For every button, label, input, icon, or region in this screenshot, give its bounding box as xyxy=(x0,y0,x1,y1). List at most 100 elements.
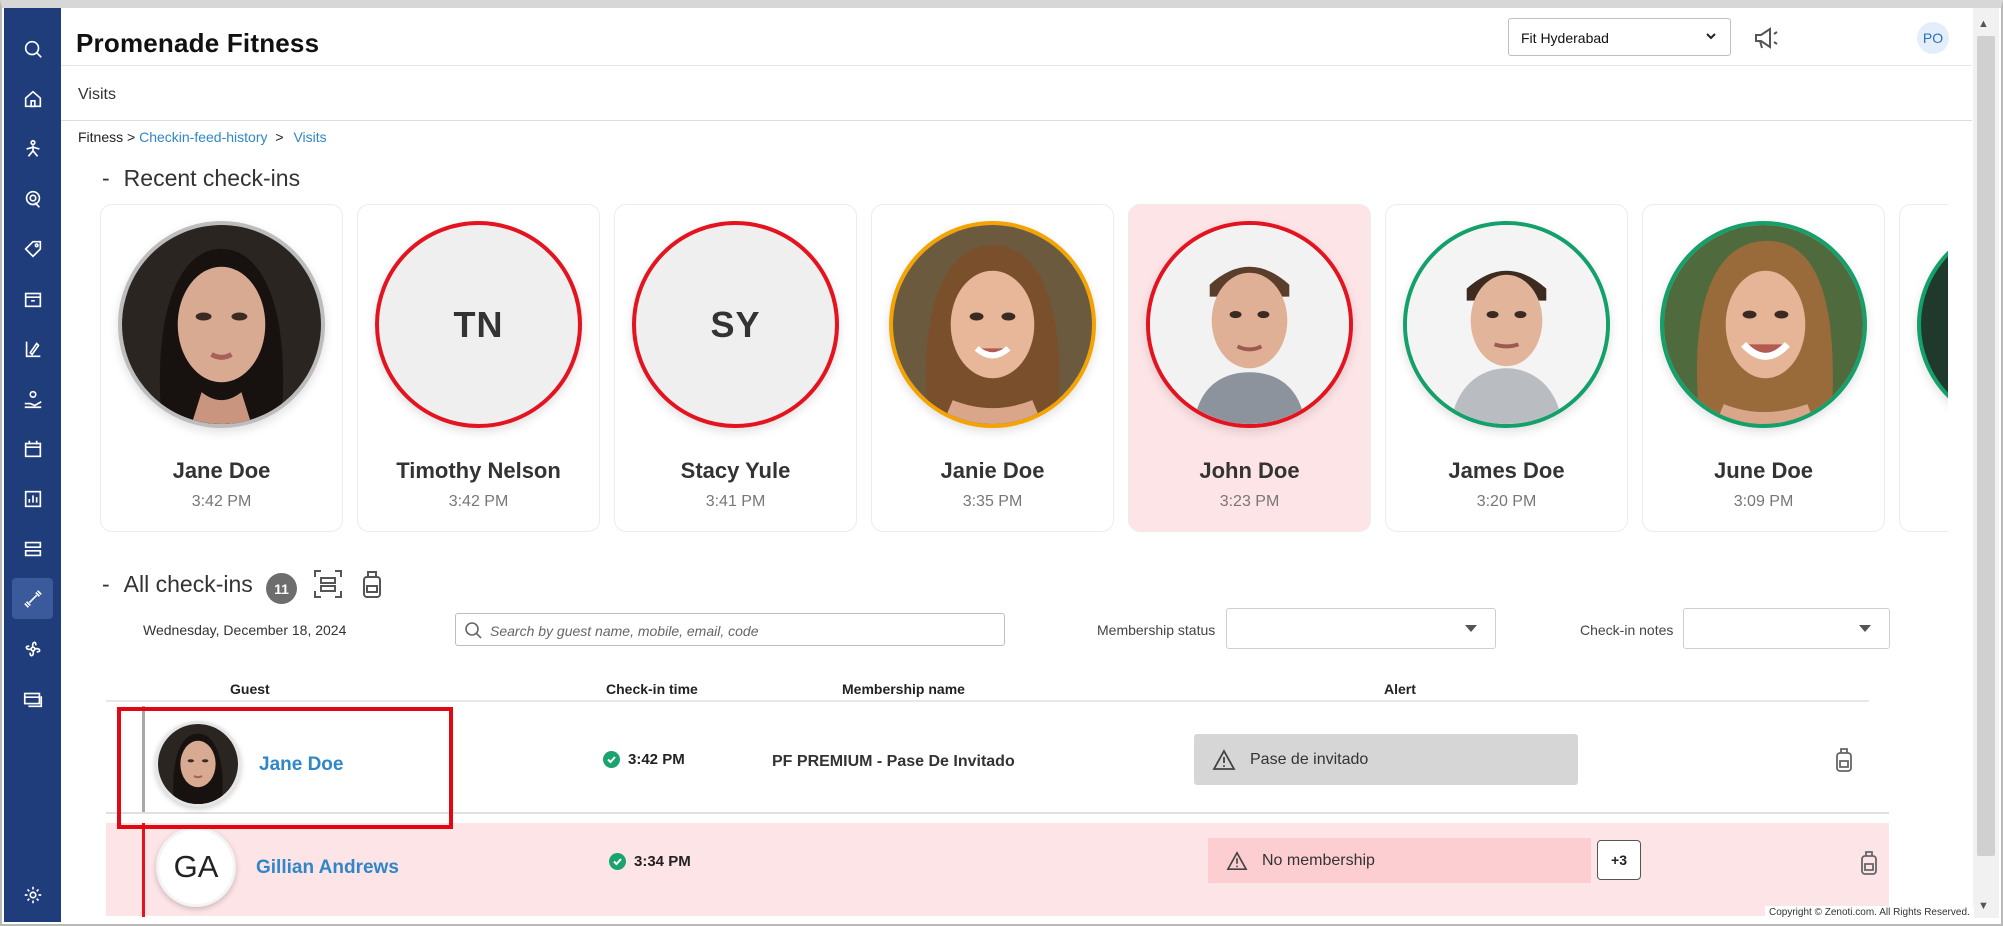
breadcrumb-root: Fitness > xyxy=(78,129,136,145)
target-hand-icon[interactable] xyxy=(12,178,53,219)
recent-card[interactable]: Jane Doe 3:42 PM xyxy=(100,204,343,532)
recent-checkins-strip: Jane Doe 3:42 PM TN Timothy Nelson 3:42 … xyxy=(100,204,1948,534)
checkin-notes-label: Check-in notes xyxy=(1580,622,1674,638)
home-icon[interactable] xyxy=(12,78,53,119)
payment-card-icon[interactable] xyxy=(12,678,53,719)
face-photo xyxy=(1150,225,1349,424)
breadcrumb: Fitness > Checkin-feed-history > Visits xyxy=(78,129,327,145)
edit-chart-icon[interactable] xyxy=(12,328,53,369)
warning-icon xyxy=(1212,748,1236,770)
scroll-up-icon[interactable]: ▲ xyxy=(1978,18,1989,30)
table-header-divider xyxy=(106,700,1869,702)
alert-badge[interactable]: No membership xyxy=(1208,838,1591,883)
settings-icon[interactable] xyxy=(12,874,53,915)
backpack-icon[interactable] xyxy=(1857,849,1883,877)
checkin-time: 3:41 PM xyxy=(705,493,766,510)
recent-checkins-heading[interactable]: - Recent check-ins xyxy=(102,165,300,192)
checkin-time: 3:23 PM xyxy=(1219,493,1280,510)
user-avatar[interactable]: PO xyxy=(1917,22,1949,54)
tag-icon[interactable] xyxy=(12,228,53,269)
checkin-time-cell: 3:42 PM xyxy=(603,751,685,768)
alert-text: Pase de invitado xyxy=(1250,750,1369,768)
recent-card[interactable]: TN Timothy Nelson 3:42 PM xyxy=(357,204,600,532)
chevron-down-icon xyxy=(1706,33,1716,40)
face-photo xyxy=(122,225,321,424)
care-hand-icon[interactable] xyxy=(12,378,53,419)
recent-card-partial[interactable] xyxy=(1899,204,1948,532)
alert-text: No membership xyxy=(1262,851,1375,869)
row-status-bar xyxy=(142,823,145,917)
calendar-icon[interactable] xyxy=(12,428,53,469)
box-icon[interactable] xyxy=(12,278,53,319)
breadcrumb-separator: > xyxy=(275,129,284,145)
checkin-notes-dropdown[interactable] xyxy=(1683,608,1890,649)
caret-down-icon xyxy=(1465,625,1477,632)
checkin-time: 3:42 PM xyxy=(191,493,252,510)
recent-card[interactable]: SY Stacy Yule 3:41 PM xyxy=(614,204,857,532)
announcement-icon[interactable] xyxy=(1751,24,1781,52)
table-row[interactable]: GA Gillian Andrews 3:34 PM No membership… xyxy=(106,823,1889,917)
fitness-dumbbell-icon[interactable] xyxy=(12,578,53,619)
guest-name-link[interactable]: Gillian Andrews xyxy=(256,857,399,879)
checkin-count-badge: 11 xyxy=(266,573,297,604)
collapse-toggle[interactable]: - xyxy=(102,571,110,597)
guest-name: John Doe xyxy=(1199,458,1300,483)
copyright-text: Copyright © Zenoti.com. All Rights Reser… xyxy=(1765,906,1974,919)
top-header: Promenade Fitness Fit Hyderabad PO xyxy=(61,8,1972,66)
column-header-alert: Alert xyxy=(1384,681,1416,697)
guest-photo xyxy=(1660,221,1867,428)
all-checkins-heading[interactable]: - All check-ins xyxy=(102,571,253,598)
column-header-membership: Membership name xyxy=(842,681,965,697)
guest-name: Timothy Nelson xyxy=(396,458,561,483)
search-placeholder: Search by guest name, mobile, email, cod… xyxy=(490,623,759,639)
guest-name: Stacy Yule xyxy=(680,458,791,483)
search-icon xyxy=(465,622,482,639)
server-icon[interactable] xyxy=(12,528,53,569)
fan-icon[interactable] xyxy=(12,628,53,669)
date-label: Wednesday, December 18, 2024 xyxy=(143,622,347,638)
breadcrumb-link-visits[interactable]: Visits xyxy=(293,129,326,145)
guest-photo xyxy=(889,221,1096,428)
checkin-time-cell: 3:34 PM xyxy=(609,853,691,870)
column-header-checkin-time: Check-in time xyxy=(606,681,698,697)
checkin-time: 3:42 PM xyxy=(448,493,509,510)
guest-initials: SY xyxy=(710,303,761,345)
scroll-down-icon[interactable]: ▼ xyxy=(1978,900,1989,912)
tab-visits[interactable]: Visits xyxy=(78,86,116,104)
alert-badge[interactable]: Pase de invitado xyxy=(1194,734,1578,785)
face-photo xyxy=(1664,225,1863,424)
yoga-icon[interactable] xyxy=(12,128,53,169)
recent-card[interactable]: James Doe 3:20 PM xyxy=(1385,204,1628,532)
collapse-toggle[interactable]: - xyxy=(102,165,110,191)
column-header-guest: Guest xyxy=(230,681,270,697)
checkin-time-value: 3:42 PM xyxy=(628,751,685,768)
recent-card[interactable]: June Doe 3:09 PM xyxy=(1642,204,1885,532)
backpack-icon[interactable] xyxy=(356,568,388,600)
guest-initials-avatar: GA xyxy=(156,827,236,907)
reports-icon[interactable] xyxy=(12,478,53,519)
check-circle-icon xyxy=(603,751,620,768)
warning-icon xyxy=(1226,850,1248,870)
search-input[interactable]: Search by guest name, mobile, email, cod… xyxy=(455,613,1005,646)
scrollbar-thumb[interactable] xyxy=(1977,36,1995,856)
checkin-time: 3:09 PM xyxy=(1733,493,1794,510)
scan-icon[interactable] xyxy=(312,568,344,600)
membership-name: PF PREMIUM - Pase De Invitado xyxy=(772,753,1015,770)
guest-initials: TN xyxy=(453,303,504,345)
backpack-icon[interactable] xyxy=(1832,746,1858,774)
guest-photo xyxy=(1917,221,1948,428)
caret-down-icon xyxy=(1859,625,1871,632)
check-circle-icon xyxy=(609,853,626,870)
guest-initials-avatar: SY xyxy=(632,221,839,428)
all-checkins-title: All check-ins xyxy=(123,571,253,597)
app-title: Promenade Fitness xyxy=(76,28,320,58)
recent-checkins-title: Recent check-ins xyxy=(123,165,301,191)
breadcrumb-link-checkin-feed[interactable]: Checkin-feed-history xyxy=(139,129,267,145)
more-alerts-button[interactable]: +3 xyxy=(1597,840,1641,880)
membership-status-dropdown[interactable] xyxy=(1226,608,1496,649)
search-icon[interactable] xyxy=(12,28,53,69)
recent-card[interactable]: John Doe 3:23 PM xyxy=(1128,204,1371,532)
recent-card[interactable]: Janie Doe 3:35 PM xyxy=(871,204,1114,532)
guest-initials-avatar: TN xyxy=(375,221,582,428)
location-select[interactable]: Fit Hyderabad xyxy=(1508,18,1731,56)
